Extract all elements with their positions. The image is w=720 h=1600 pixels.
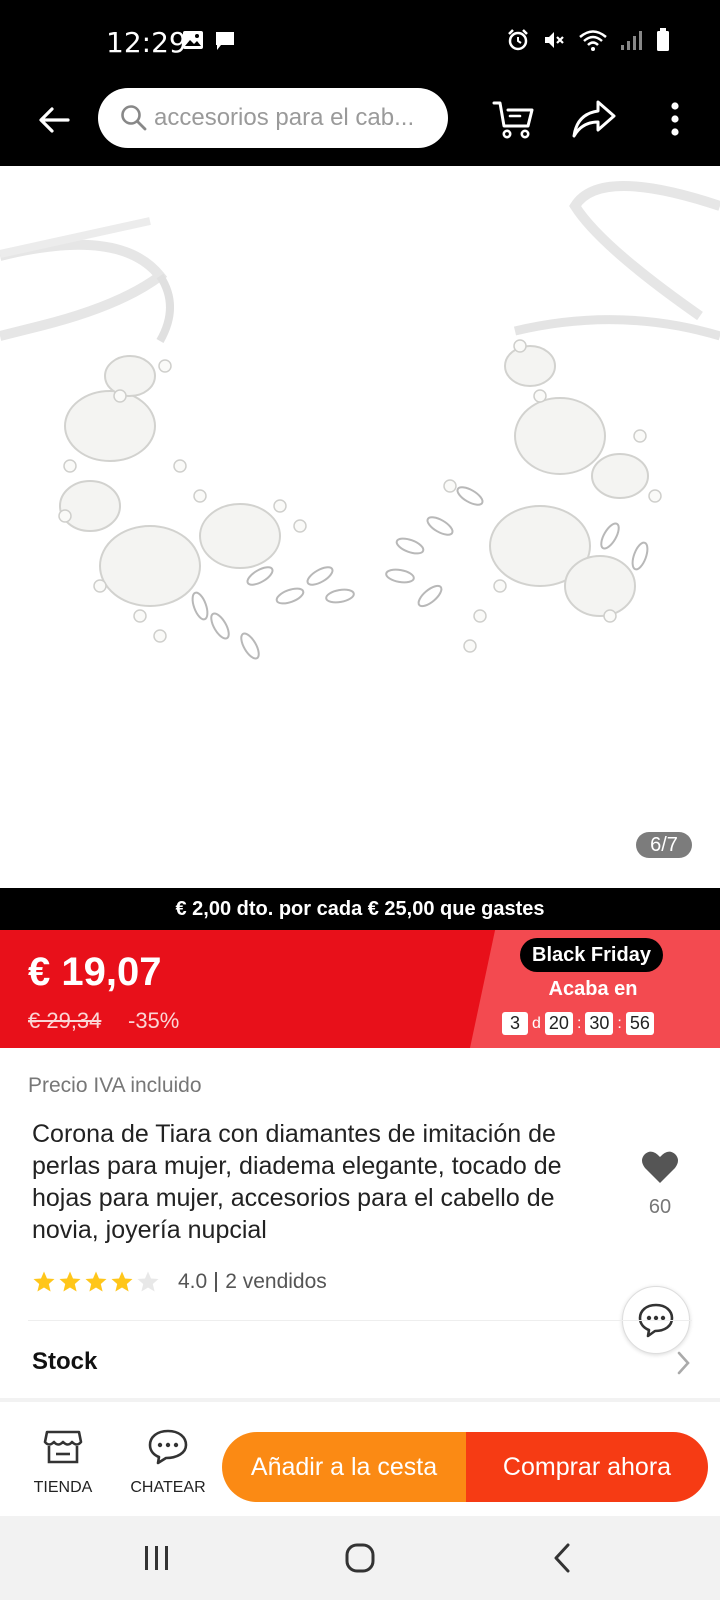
store-button[interactable]: TIENDA: [28, 1428, 98, 1497]
cart-button[interactable]: [488, 94, 538, 144]
star-filled-icon: [111, 1271, 133, 1292]
promo-banner[interactable]: € 2,00 dto. por cada € 25,00 que gastes: [0, 888, 720, 930]
status-bar: 12:29: [0, 0, 720, 88]
status-notification-icons: [182, 30, 236, 52]
sold-count: 2 vendidos: [225, 1270, 327, 1293]
discount-percent: -35%: [128, 1008, 180, 1033]
rating-stars: [32, 1270, 160, 1294]
product-image[interactable]: [0, 166, 720, 886]
search-placeholder: accesorios para el cab...: [154, 104, 415, 131]
signal-icon: [621, 31, 642, 50]
chevron-right-icon: [677, 1351, 690, 1375]
star-empty-icon: [137, 1271, 159, 1292]
rating-row[interactable]: 4.0 2 vendidos: [32, 1270, 327, 1294]
countdown-days: 3: [502, 1012, 528, 1035]
tiara-illustration: [0, 181, 720, 660]
message-icon: [216, 32, 234, 50]
stock-chevron[interactable]: [676, 1350, 692, 1381]
chat-icon: [148, 1429, 188, 1465]
buy-now-button[interactable]: Comprar ahora: [466, 1432, 708, 1502]
back-arrow-icon: [39, 107, 70, 133]
top-navigation: accesorios para el cab...: [0, 88, 720, 166]
home-button[interactable]: [344, 1542, 376, 1579]
wishlist-button[interactable]: [640, 1150, 680, 1189]
store-icon: [43, 1430, 83, 1464]
chevron-left-icon: [554, 1543, 570, 1573]
wishlist-count: 60: [648, 1196, 672, 1218]
alarm-icon: [508, 29, 528, 51]
rating-value: 4.0: [178, 1270, 208, 1293]
star-filled-icon: [33, 1271, 55, 1292]
share-button[interactable]: [568, 94, 620, 144]
share-icon: [572, 100, 616, 138]
sale-countdown: 3 d 20 : 30 : 56: [502, 1012, 654, 1035]
sale-ends-label: Acaba en: [548, 978, 638, 1000]
home-icon: [345, 1543, 375, 1573]
system-navigation-bar: [0, 1516, 720, 1600]
search-icon: [121, 105, 147, 131]
countdown-hours: 20: [544, 1012, 573, 1035]
image-icon: [183, 31, 203, 49]
search-bar[interactable]: accesorios para el cab...: [98, 88, 448, 148]
tax-note: Precio IVA incluido: [28, 1074, 202, 1097]
recents-icon: [145, 1546, 168, 1570]
cart-icon: [492, 101, 534, 139]
countdown-seconds: 56: [625, 1012, 654, 1035]
countdown-minutes: 30: [585, 1012, 614, 1035]
star-filled-icon: [59, 1271, 81, 1292]
store-label: TIENDA: [33, 1479, 93, 1496]
add-to-cart-button[interactable]: Añadir a la cesta: [222, 1432, 466, 1502]
rating-divider: [215, 1272, 218, 1292]
current-price: € 19,07: [28, 950, 162, 994]
section-divider: [28, 1320, 692, 1321]
black-friday-badge: Black Friday: [520, 938, 663, 972]
countdown-days-unit: d: [532, 1014, 541, 1032]
chat-button[interactable]: CHATEAR: [128, 1428, 208, 1497]
status-time: 12:29: [106, 26, 187, 59]
stock-label[interactable]: Stock: [32, 1348, 97, 1376]
image-counter: 6/7: [636, 832, 692, 858]
product-title: Corona de Tiara con diamantes de imitaci…: [32, 1120, 562, 1244]
original-price: € 29,34: [28, 1008, 102, 1033]
wifi-icon: [579, 30, 607, 51]
back-button[interactable]: [30, 96, 78, 144]
system-back-button[interactable]: [552, 1542, 572, 1579]
price-banner: € 19,07 € 29,34 -35% Black Friday Acaba …: [0, 930, 720, 1048]
more-options-button[interactable]: [660, 94, 690, 144]
star-filled-icon: [85, 1271, 107, 1292]
mute-icon: [545, 32, 564, 48]
status-system-icons: [506, 28, 670, 52]
more-icon: [671, 102, 679, 136]
chat-label: CHATEAR: [130, 1479, 206, 1496]
battery-icon: [657, 28, 669, 51]
bottom-action-bar: TIENDA CHATEAR Añadir a la cesta Comprar…: [0, 1402, 720, 1516]
heart-icon: [642, 1151, 678, 1183]
recents-button[interactable]: [142, 1544, 172, 1577]
